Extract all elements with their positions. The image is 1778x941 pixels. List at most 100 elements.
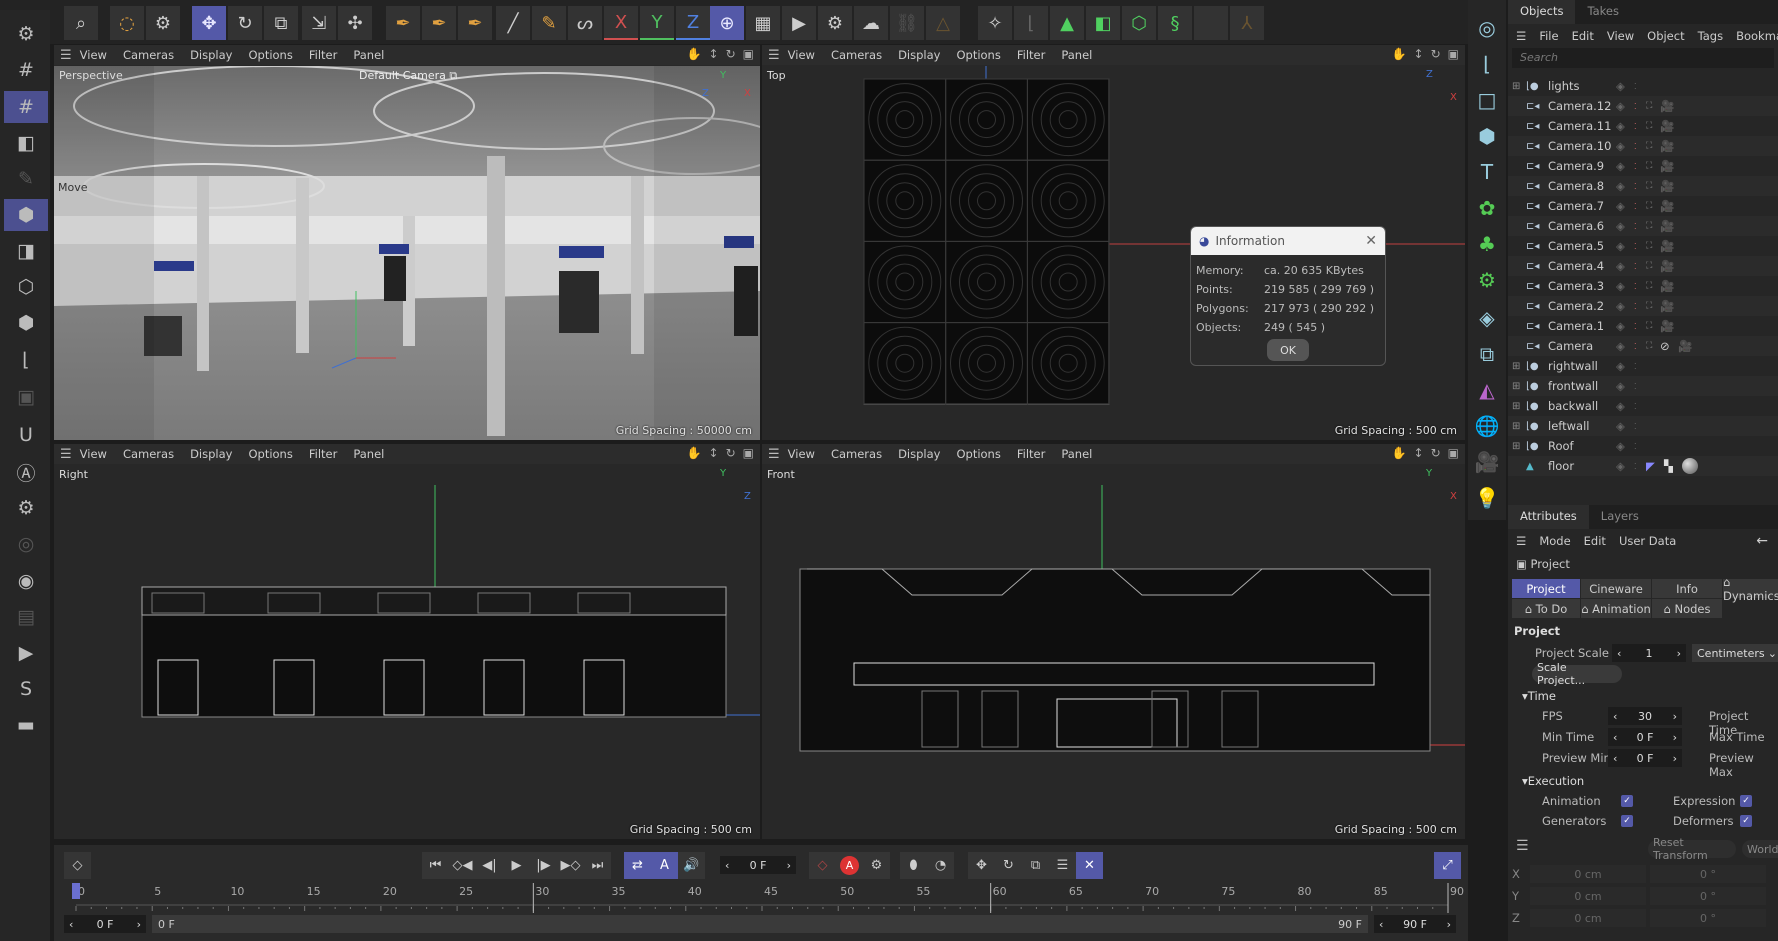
menu-filter[interactable]: Filter xyxy=(1017,48,1045,62)
execution-group-toggle[interactable]: ▾Execution xyxy=(1522,774,1584,788)
object-row[interactable]: ⊏◂ Camera.4 ◈ ⁚ ⛶ 🎥 xyxy=(1508,256,1778,276)
multi-transform-icon[interactable]: ✣ xyxy=(338,6,372,40)
key-parameter-icon[interactable]: ☰ xyxy=(1049,852,1076,879)
end-frame-field[interactable]: ‹ 90 F › xyxy=(1374,915,1456,933)
folder-icon[interactable]: ▬ xyxy=(4,709,48,741)
fcurve-icon[interactable]: ⤢ xyxy=(1434,852,1461,879)
camera-tag-icon[interactable]: 🎥 xyxy=(1660,179,1674,193)
ptab-info[interactable]: Info xyxy=(1652,579,1722,598)
visibility-dots[interactable]: ⁚ xyxy=(1634,322,1646,331)
menu-bookmarks[interactable]: Bookmarks xyxy=(1736,29,1778,43)
layer-icon[interactable]: ◈ xyxy=(1616,399,1634,413)
cube-icon[interactable]: ⬢ xyxy=(1471,120,1503,152)
spline-pen-icon[interactable]: ✒ xyxy=(386,6,420,40)
maximize-icon[interactable]: ▣ xyxy=(1448,446,1459,460)
fps-field[interactable]: ‹ 30 › xyxy=(1608,707,1682,725)
menu-display[interactable]: Display xyxy=(190,48,232,62)
protection-tag-icon[interactable]: ⛶ xyxy=(1646,341,1660,351)
snap-icon[interactable]: ✧ xyxy=(978,6,1012,40)
protection-tag-icon[interactable]: ⛶ xyxy=(1646,321,1660,331)
previous-key-icon[interactable]: ◇◀ xyxy=(449,852,476,879)
object-row[interactable]: ⊏◂ Camera.11 ◈ ⁚ ⛶ 🎥 xyxy=(1508,116,1778,136)
camera-tag-icon[interactable]: 🎥 xyxy=(1660,139,1674,153)
menu-display[interactable]: Display xyxy=(898,447,940,461)
camera-tag-icon[interactable]: 🎥 xyxy=(1660,259,1674,273)
visibility-dots[interactable]: ⁚ xyxy=(1634,282,1646,291)
object-row[interactable]: ⊞ ⌊● lights ◈ ⁚ xyxy=(1508,76,1778,96)
render-cloud-icon[interactable]: ☁ xyxy=(854,6,888,40)
menu-display[interactable]: Display xyxy=(190,447,232,461)
object-row[interactable]: ⊏◂ Camera.8 ◈ ⁚ ⛶ 🎥 xyxy=(1508,176,1778,196)
menu-edit[interactable]: Edit xyxy=(1584,534,1606,548)
camera-tag-icon[interactable]: 🎥 xyxy=(1660,199,1674,213)
reset-transform-button[interactable]: Reset Transform xyxy=(1648,836,1736,862)
protection-tag-icon[interactable]: ⛶ xyxy=(1646,201,1660,211)
viewport-canvas[interactable]: Right Y Z Grid Spacing : 500 cm xyxy=(54,465,760,839)
layer-icon[interactable]: ◈ xyxy=(1616,219,1634,233)
menu-icon[interactable]: ☰ xyxy=(1516,29,1526,43)
camera-label[interactable]: Default Camera ⧉ xyxy=(359,69,457,83)
menu-filter[interactable]: Filter xyxy=(309,48,337,62)
ptab-nodes[interactable]: ⌂ Nodes xyxy=(1652,599,1722,618)
object-mode-icon[interactable]: ⬢ xyxy=(4,199,48,231)
spline-point-icon[interactable]: ✒ xyxy=(422,6,456,40)
tab-attributes[interactable]: Attributes xyxy=(1508,505,1589,529)
object-row[interactable]: ⊏◂ Camera.2 ◈ ⁚ ⛶ 🎥 xyxy=(1508,296,1778,316)
object-row[interactable]: ⊏◂ Camera.12 ◈ ⁚ ⛶ 🎥 xyxy=(1508,96,1778,116)
key-settings-icon[interactable]: ⚙ xyxy=(863,852,890,879)
start-frame-field[interactable]: ‹ 0 F › xyxy=(64,915,146,933)
protection-tag-icon[interactable]: ⛶ xyxy=(1646,181,1660,191)
position-field[interactable]: 0 cm xyxy=(1530,865,1646,883)
protection-tag-icon[interactable]: ⛶ xyxy=(1646,221,1660,231)
protection-tag-icon[interactable]: ⛶ xyxy=(1646,101,1660,111)
deformer-icon[interactable]: ⚙ xyxy=(1471,264,1503,296)
layer-icon[interactable]: ◈ xyxy=(1616,179,1634,193)
maximize-icon[interactable]: ▣ xyxy=(1448,47,1459,61)
visibility-dots[interactable]: ⁚ xyxy=(1634,442,1646,451)
object-row[interactable]: ⊞ ⌊● leftwall ◈ ⁚ xyxy=(1508,416,1778,436)
cube-green-icon[interactable]: ◧ xyxy=(1086,6,1120,40)
menu-icon[interactable]: ☰ xyxy=(768,447,780,462)
menu-object[interactable]: Object xyxy=(1647,29,1684,43)
layer-icon[interactable]: ◈ xyxy=(1616,199,1634,213)
key-scale-icon[interactable]: ⧉ xyxy=(1022,852,1049,879)
key-position-icon[interactable]: ✥ xyxy=(968,852,995,879)
menu-cameras[interactable]: Cameras xyxy=(831,48,882,62)
menu-view[interactable]: View xyxy=(80,48,107,62)
protection-tag-icon[interactable]: ⛶ xyxy=(1646,121,1660,131)
viewport-canvas[interactable]: Perspective Default Camera ⧉ Move Y Z X … xyxy=(54,66,760,440)
expand-icon[interactable]: ⊞ xyxy=(1512,361,1526,372)
expand-icon[interactable]: ⊞ xyxy=(1512,401,1526,412)
object-row[interactable]: ⊞ ⌊● rightwall ◈ ⁚ xyxy=(1508,356,1778,376)
uv-tag-icon[interactable]: ◤ xyxy=(1646,459,1664,473)
grid-icon[interactable]: # xyxy=(4,54,48,86)
menu-filter[interactable]: Filter xyxy=(1017,447,1045,461)
visibility-dots[interactable]: ⁚ xyxy=(1634,342,1646,351)
environment-icon[interactable]: 🌐 xyxy=(1471,410,1503,442)
camera-tag-icon[interactable]: 🎥 xyxy=(1678,339,1692,353)
triangle-settings-icon[interactable]: △ xyxy=(926,6,960,40)
maximize-icon[interactable]: ▣ xyxy=(743,47,754,61)
menu-panel[interactable]: Panel xyxy=(1061,48,1092,62)
menu-edit[interactable]: Edit xyxy=(1572,29,1594,43)
orbit-icon[interactable]: ↻ xyxy=(726,47,736,61)
joint-icon[interactable]: ⅄ xyxy=(1230,6,1264,40)
menu-options[interactable]: Options xyxy=(956,447,1000,461)
viewport-canvas[interactable]: Front Y X Grid Spacing : 500 cm xyxy=(762,465,1465,839)
record-key-icon[interactable]: ◇ xyxy=(809,852,836,879)
menu-filter[interactable]: Filter xyxy=(309,447,337,461)
ptab-cineware[interactable]: Cineware xyxy=(1581,579,1651,598)
menu-cameras[interactable]: Cameras xyxy=(831,447,882,461)
layer-icon[interactable]: ◈ xyxy=(1616,419,1634,433)
visibility-dots[interactable]: ⁚ xyxy=(1634,422,1646,431)
x-axis-lock[interactable]: X xyxy=(604,6,638,40)
layer-icon[interactable]: ◈ xyxy=(1616,279,1634,293)
expand-icon[interactable]: ⊞ xyxy=(1512,81,1526,92)
preview-range-slider[interactable]: 0 F 90 F xyxy=(152,915,1368,933)
menu-user-data[interactable]: User Data xyxy=(1619,534,1676,548)
menu-icon[interactable]: ☰ xyxy=(60,447,72,462)
polygon-mode-icon[interactable]: ◨ xyxy=(4,235,48,267)
go-to-start-icon[interactable]: ⏮ xyxy=(422,852,449,879)
keyframe-icon[interactable]: ◇ xyxy=(64,852,91,879)
visibility-icon[interactable]: ◉ xyxy=(4,565,48,597)
